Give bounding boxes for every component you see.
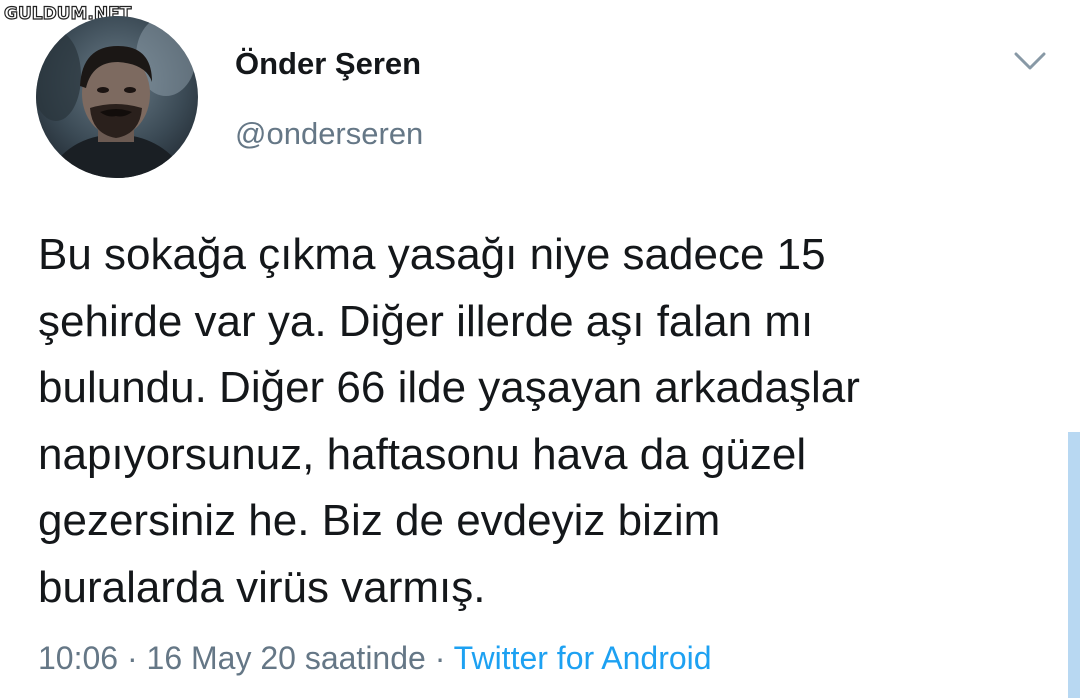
tweet-text-line: gezersiniz he. Biz de evdeyiz bizim [38, 496, 721, 545]
tweet-source-link[interactable]: Twitter for Android [454, 640, 712, 676]
tweet-text-line: şehirde var ya. Diğer illerde aşı falan … [38, 296, 814, 346]
author-handle[interactable]: @onderseren [235, 114, 423, 154]
tweet-time: 10:06 [38, 640, 119, 676]
tweet-meta: 10:06 · 16 May 20 saatinde · Twitter for… [38, 636, 712, 680]
tweet-text-line: Bu sokağa çıkma yasağı niye sadece 15 [38, 230, 826, 279]
tweet-text-line: buralarda virüs varmış. [38, 562, 486, 612]
profile-photo-icon [36, 16, 198, 178]
tweet-text-line: napıyorsunuz, haftasonu hava da güzel [38, 429, 807, 479]
scrollbar-thumb[interactable] [1068, 432, 1080, 698]
avatar[interactable] [36, 16, 198, 178]
meta-separator: · [126, 640, 138, 676]
author-display-name[interactable]: Önder Şeren [235, 44, 421, 84]
meta-separator: · [434, 640, 446, 676]
tweet-text-line: bulundu. Diğer 66 ilde yaşayan arkadaşla… [38, 363, 860, 412]
tweet-text: Bu sokağa çıkma yasağı niye sadece 15 şe… [38, 222, 1038, 621]
tweet-page: GULDUM.NET Önder Şeren @onderseren Bu so… [0, 0, 1080, 698]
tweet-date: 16 May 20 saatinde [146, 640, 426, 676]
chevron-down-icon[interactable] [1012, 48, 1048, 74]
